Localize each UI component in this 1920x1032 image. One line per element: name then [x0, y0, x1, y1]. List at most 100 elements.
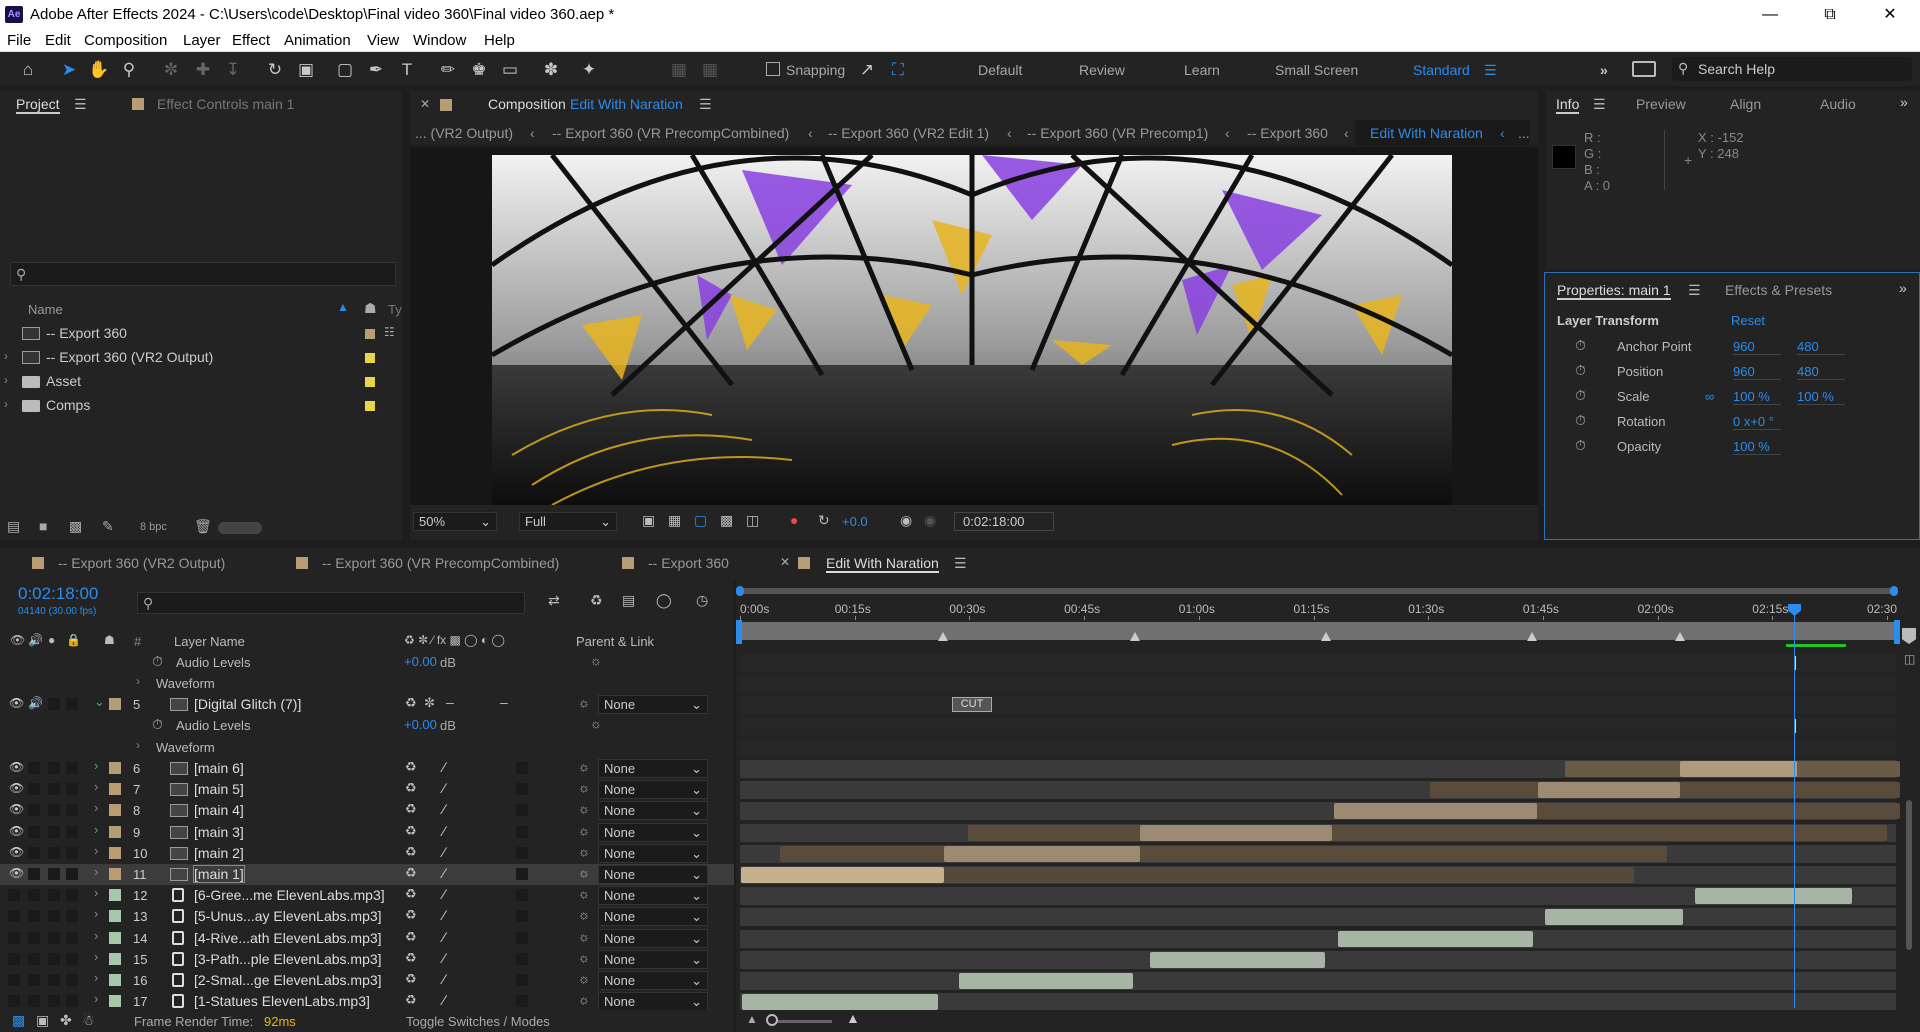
lock-toggle[interactable] [66, 868, 78, 880]
parent-dropdown[interactable]: None ⌄ [598, 695, 708, 714]
pickwhip-icon[interactable]: ☼ [578, 759, 590, 774]
pickwhip-icon[interactable]: ☼ [590, 653, 602, 668]
effect-switch[interactable]: – [446, 694, 454, 710]
quality-slash-icon[interactable]: ∕ [443, 780, 445, 796]
world-axis-icon[interactable]: ▦ [699, 59, 721, 81]
layer-duration-bar[interactable] [1538, 782, 1680, 799]
solo-toggle[interactable] [48, 952, 60, 965]
collapse-transform-icon[interactable]: ♻ [405, 801, 417, 817]
in-out-toggle-icon[interactable]: ✤ [60, 1012, 72, 1029]
hand-tool-icon[interactable]: ✋ [88, 59, 110, 81]
menu-help[interactable]: Help [484, 32, 515, 49]
expand-arrow-icon[interactable]: › [94, 928, 98, 943]
quality-slash-icon[interactable]: ∕ [443, 929, 445, 945]
menu-composition[interactable]: Composition [84, 32, 167, 49]
snapshot-camera-icon[interactable]: ◉ [900, 512, 912, 529]
three-d-toggle[interactable] [516, 889, 528, 902]
comp-marker-bin-icon[interactable] [1902, 628, 1916, 644]
audio-toggle[interactable] [28, 995, 40, 1008]
pickwhip-icon[interactable]: ☼ [578, 992, 590, 1007]
layer-row[interactable]: 👁 › 10 [main 2] ♻ ∕ ☼ None ⌄ [0, 843, 734, 864]
timeline-tab[interactable]: -- Export 360 (VR PrecompCombined) [322, 555, 559, 571]
workspace-review[interactable]: Review [1079, 62, 1125, 78]
collapse-transform-icon[interactable]: ♻ [405, 971, 417, 987]
expand-arrow-icon[interactable]: › [94, 843, 98, 858]
visibility-toggle[interactable] [8, 974, 20, 986]
stopwatch-icon[interactable]: ⏱ [1575, 437, 1586, 454]
layer-switches-toggle-icon[interactable]: ▩ [12, 1012, 25, 1029]
work-area-bar[interactable] [739, 622, 1899, 640]
layer-name[interactable]: [main 1] [193, 865, 245, 883]
workspace-standard[interactable]: Standard [1413, 62, 1470, 78]
stopwatch-icon[interactable]: ⏱ [1575, 387, 1586, 404]
rectangle-tool-icon[interactable]: ▢ [334, 59, 356, 81]
audio-column-icon[interactable]: 🔊 [28, 633, 43, 647]
exposure-value[interactable]: +0.0 [842, 514, 868, 529]
layer-label-color[interactable] [109, 825, 121, 838]
track-row[interactable] [740, 929, 1896, 948]
layer-name[interactable]: [main 2] [194, 845, 244, 861]
expand-arrow-icon[interactable]: › [4, 397, 8, 411]
new-composition-icon[interactable]: ▩ [69, 518, 82, 535]
tab-project[interactable]: Project [16, 96, 60, 114]
track-row[interactable] [740, 844, 1896, 863]
pickwhip-icon[interactable]: ☼ [578, 780, 590, 795]
navigator-end-handle[interactable] [1890, 586, 1898, 596]
dolly-camera-icon[interactable]: ↧ [222, 59, 244, 81]
transparency-grid-icon[interactable]: ▦ [668, 512, 681, 529]
zoom-slider-track[interactable] [772, 1020, 832, 1023]
audio-toggle[interactable] [28, 762, 40, 774]
quality-slash-icon[interactable]: ∕ [443, 907, 445, 923]
track-row[interactable] [740, 866, 1896, 884]
guides-icon[interactable]: ▩ [720, 512, 733, 529]
timeline-tab[interactable]: -- Export 360 [648, 555, 729, 571]
menu-file[interactable]: File [7, 32, 31, 49]
collapse-transform-icon[interactable]: ♻ [405, 886, 417, 902]
layer-duration-bar[interactable] [1695, 888, 1852, 905]
project-search-input[interactable]: ⚲ [10, 262, 396, 286]
three-d-toggle[interactable] [516, 825, 528, 838]
layer-duration-bar[interactable] [1338, 930, 1533, 947]
solo-toggle[interactable] [48, 846, 60, 859]
solo-toggle[interactable] [48, 868, 60, 880]
search-help-field[interactable]: ⚲ Search Help [1672, 57, 1912, 81]
property-value-2[interactable]: 100 % [1797, 389, 1845, 405]
layer-name[interactable]: [2-Smal...ge ElevenLabs.mp3] [194, 972, 382, 988]
audio-toggle[interactable] [28, 952, 40, 965]
anchor-tool-icon[interactable]: ▣ [295, 59, 317, 81]
reset-button[interactable]: Reset [1731, 313, 1765, 328]
layer-duration-bar[interactable] [1150, 951, 1325, 968]
snap-edges-icon[interactable]: ↗ [856, 59, 878, 81]
track-row[interactable] [740, 781, 1900, 800]
pickwhip-icon[interactable]: ☼ [578, 886, 590, 901]
quality-slash-icon[interactable]: ∕ [443, 865, 445, 881]
more-tabs-icon[interactable]: » [1900, 94, 1908, 110]
expand-arrow-icon[interactable]: › [94, 822, 98, 837]
expand-arrow-icon[interactable]: › [94, 970, 98, 985]
lock-toggle[interactable] [66, 762, 78, 774]
visibility-eye-icon[interactable]: 👁 [9, 866, 24, 880]
parent-dropdown[interactable]: None ⌄ [598, 843, 708, 863]
visibility-column-icon[interactable]: 👁 [10, 633, 25, 647]
layer-duration-bar[interactable] [968, 824, 1887, 841]
rotation-tool-icon[interactable]: ↻ [264, 59, 286, 81]
quality-slash-icon[interactable]: ∕ [443, 950, 445, 966]
pickwhip-icon[interactable]: ☼ [578, 907, 590, 922]
region-of-interest-icon[interactable]: ▣ [642, 512, 655, 529]
property-value-2[interactable]: 480 [1797, 339, 1845, 355]
layer-row[interactable]: › 14 [4-Rive...ath ElevenLabs.mp3] ♻ ∕ ☼ None ⌄ [0, 928, 734, 949]
layer-duration-bar[interactable] [1334, 803, 1537, 820]
eraser-tool-icon[interactable]: ▭ [499, 59, 521, 81]
layer-name-column-header[interactable]: Layer Name [174, 634, 245, 649]
layer-name[interactable]: [main 3] [194, 824, 244, 840]
more-workspaces-icon[interactable]: » [1600, 62, 1608, 78]
lock-column-icon[interactable]: 🔒 [66, 633, 81, 647]
info-menu-icon[interactable]: ☰ [1593, 96, 1606, 113]
parent-dropdown[interactable]: None ⌄ [598, 907, 708, 927]
comp-flowchart-icon[interactable]: ⇄ [548, 592, 560, 609]
motion-blur-icon[interactable]: ◯ [656, 592, 672, 609]
lock-toggle[interactable] [66, 804, 78, 817]
layer-name[interactable]: [main 5] [194, 781, 244, 797]
property-value-1[interactable]: 960 [1733, 339, 1781, 355]
zoom-tool-icon[interactable]: ⚲ [118, 59, 140, 81]
